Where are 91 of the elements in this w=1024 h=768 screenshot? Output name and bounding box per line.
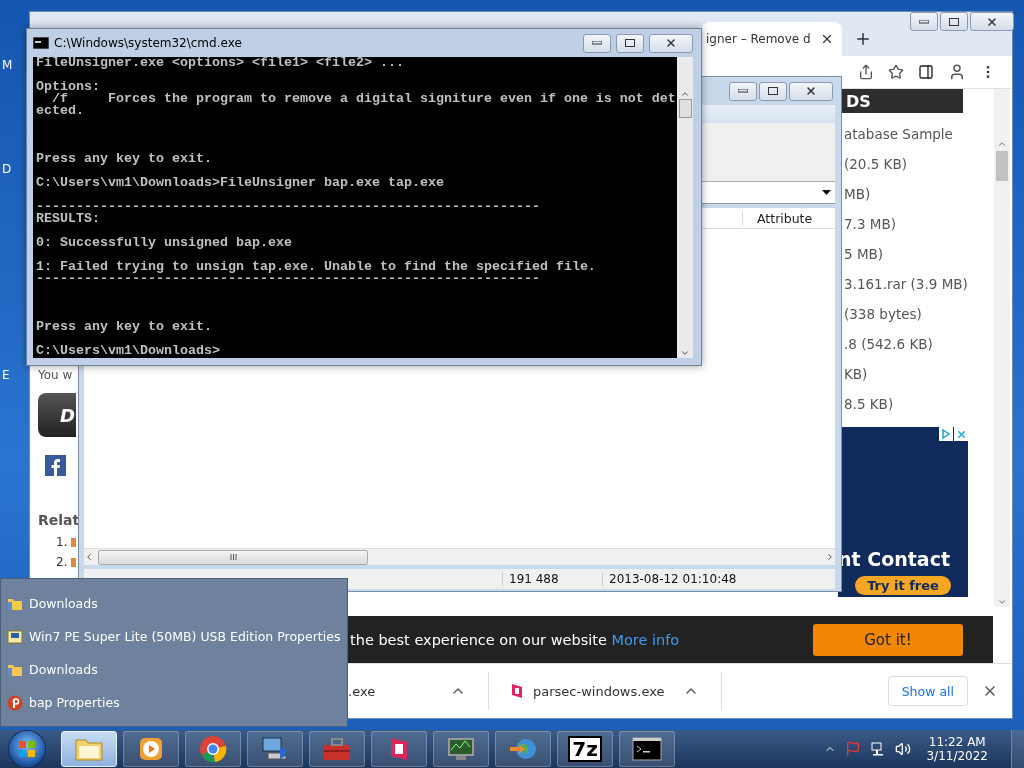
vertical-scrollbar[interactable] (677, 57, 693, 358)
parsec-icon (388, 735, 410, 763)
maximize-button[interactable] (616, 33, 644, 53)
download-link[interactable]: KB) (844, 359, 994, 389)
download-link[interactable]: (338 bytes) (844, 299, 994, 329)
download-link[interactable]: MB) (844, 179, 994, 209)
clock[interactable]: 11:22 AM 3/11/2022 (926, 735, 988, 763)
desktop-icon-label[interactable]: M (2, 58, 13, 72)
close-icon (805, 85, 817, 97)
scroll-thumb[interactable] (678, 99, 692, 118)
show-desktop-button[interactable] (1011, 730, 1024, 768)
minimize-icon (592, 41, 602, 45)
desktop-icon-label[interactable]: E (2, 368, 10, 382)
play-icon (138, 736, 164, 762)
scroll-up-icon[interactable] (997, 139, 1007, 149)
parsec-icon (511, 683, 523, 699)
side-panel-icon[interactable] (918, 64, 934, 80)
maximize-icon (625, 39, 635, 47)
app-icon (7, 694, 23, 711)
desktop-icon-label[interactable]: D (2, 162, 12, 176)
console-icon (632, 737, 662, 761)
toolbox-icon (322, 736, 352, 762)
close-icon (986, 15, 998, 28)
scroll-thumb[interactable] (996, 151, 1008, 181)
download-link[interactable]: 8.5 KB) (844, 389, 994, 419)
start-button[interactable] (9, 731, 45, 767)
download-item[interactable]: parsec-windows.exe (489, 672, 722, 710)
more-info-link[interactable]: More info (611, 631, 680, 648)
download-link[interactable]: (20.5 KB) (844, 149, 994, 179)
start-icon (18, 740, 36, 758)
facebook-icon[interactable] (45, 455, 66, 476)
scroll-down-icon[interactable] (997, 597, 1007, 607)
minimize-icon (738, 89, 748, 93)
close-button[interactable] (970, 12, 1014, 31)
monitor-icon (446, 736, 476, 762)
jump-list-item[interactable]: Win7 PE Super Lite (50MB) USB Edition Properties (7, 620, 347, 653)
maximize-icon (949, 17, 959, 26)
jump-list-item[interactable]: bap Properties (7, 686, 347, 719)
download-link[interactable]: atabase Sample (844, 119, 994, 149)
file-name: parsec-windows.exe (533, 683, 666, 699)
jump-list-item[interactable]: Downloads (7, 653, 347, 686)
minimize-button[interactable] (583, 33, 611, 53)
file-name: .exe (348, 683, 377, 699)
scroll-right-icon[interactable] (825, 552, 835, 562)
got-it-button[interactable]: Got it! (813, 623, 963, 656)
list-number: 1. (56, 535, 68, 549)
status-text: 2013-08-12 01:10:48 (602, 572, 822, 586)
new-tab-icon[interactable] (854, 30, 872, 48)
jump-list-item[interactable]: Downloads (7, 587, 347, 620)
computer-icon (260, 735, 290, 763)
ad-choices-icon[interactable] (939, 427, 953, 441)
chrome-icon (199, 735, 227, 763)
close-button[interactable] (649, 33, 693, 53)
scroll-down-icon[interactable] (680, 348, 690, 358)
star-icon[interactable] (888, 64, 904, 80)
profile-icon[interactable] (948, 63, 966, 81)
download-link[interactable]: 5 MB) (844, 239, 994, 269)
taskbar-button[interactable]: 7z (557, 731, 613, 767)
scroll-left-icon[interactable] (84, 552, 94, 562)
column-header[interactable]: Attribute (742, 210, 835, 226)
maximize-button[interactable] (940, 12, 968, 31)
drive-icon (7, 628, 23, 645)
window-title: C:\Windows\system32\cmd.exe (54, 36, 243, 50)
list-number: 2. (56, 555, 68, 569)
download-link[interactable]: 7.3 MB) (844, 209, 994, 239)
intro-text: You w (38, 368, 74, 382)
maximize-icon (768, 87, 778, 95)
close-icon (665, 37, 677, 49)
download-link[interactable]: .8 (542.6 KB) (844, 329, 994, 359)
dropdown-icon[interactable] (822, 190, 831, 195)
maximize-button[interactable] (759, 81, 787, 101)
scrollbar[interactable] (994, 89, 1010, 607)
console-icon (33, 37, 49, 49)
show-all-button[interactable]: Show all (887, 676, 968, 706)
related-heading: Relat (38, 512, 81, 528)
scroll-thumb[interactable] (98, 549, 368, 565)
folder-icon (74, 736, 104, 762)
scroll-up-icon[interactable] (680, 89, 690, 99)
flag-icon[interactable] (845, 741, 862, 757)
status-text: 191 488 (502, 572, 602, 586)
cookie-message: the best experience on our website More info (349, 631, 680, 648)
minimize-icon (919, 19, 929, 24)
download-button[interactable]: D (38, 393, 76, 437)
speaker-icon[interactable] (895, 741, 912, 757)
try-button[interactable]: Try it free (855, 576, 951, 595)
close-icon[interactable] (820, 32, 834, 46)
download-link[interactable]: 3.161.rar (3.9 MB) (844, 269, 994, 299)
sevenzip-icon: 7z (568, 736, 602, 762)
horizontal-scrollbar[interactable] (84, 548, 835, 565)
browser-tab[interactable]: igner – Remove d (702, 22, 842, 56)
share-icon[interactable] (858, 64, 874, 80)
